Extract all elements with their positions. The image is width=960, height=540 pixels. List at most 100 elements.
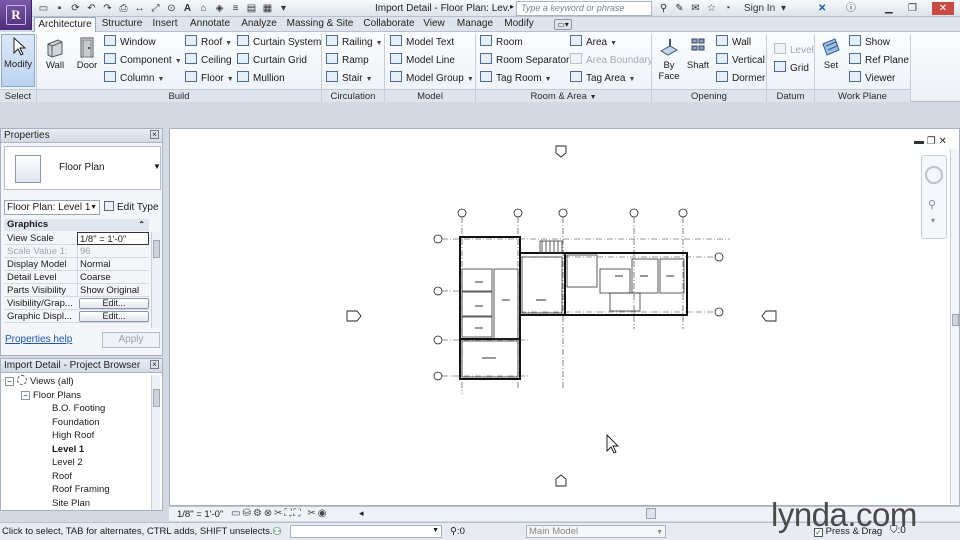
help-icon[interactable]: ⓘ bbox=[846, 2, 856, 15]
worksharing-icon[interactable]: ⚇ bbox=[272, 525, 282, 538]
property-value[interactable]: Normal bbox=[77, 258, 149, 271]
redo-icon[interactable]: ↷ bbox=[101, 2, 114, 14]
browser-scrollbar[interactable] bbox=[151, 375, 160, 510]
scroll-thumb[interactable] bbox=[153, 240, 160, 258]
tree-item[interactable]: High Roof bbox=[52, 429, 94, 442]
text-icon[interactable]: A bbox=[181, 2, 194, 14]
tag-room-button[interactable]: Tag Room ▼ bbox=[480, 71, 552, 87]
mullion-button[interactable]: Mullion bbox=[237, 71, 285, 87]
sign-in-button[interactable]: Sign In bbox=[744, 2, 775, 15]
3d-view-icon[interactable]: ⌂ bbox=[197, 2, 210, 14]
tab-structure[interactable]: Structure bbox=[100, 17, 144, 32]
steering-wheel-icon[interactable] bbox=[925, 166, 943, 184]
close-icon[interactable]: ✕ bbox=[932, 2, 954, 15]
minimize-icon[interactable]: ▁ bbox=[885, 2, 893, 15]
ramp-button[interactable]: Ramp bbox=[326, 53, 369, 69]
browser-close-icon[interactable]: × bbox=[150, 360, 159, 369]
sign-in-dropdown-icon[interactable]: ▾ bbox=[781, 2, 786, 15]
panel-room-area-label[interactable]: Room & Area ▼ bbox=[476, 89, 651, 102]
room-button[interactable]: Room bbox=[480, 35, 523, 51]
ribbon-minimize-icon[interactable]: ▭▾ bbox=[554, 19, 572, 30]
properties-close-icon[interactable]: × bbox=[150, 130, 159, 139]
roof-dropdown-icon[interactable]: ▼ bbox=[225, 40, 232, 47]
search-input[interactable]: Type a keyword or phrase bbox=[516, 1, 652, 16]
tree-item[interactable]: Foundation bbox=[52, 416, 100, 429]
column-button[interactable]: Column ▼ bbox=[104, 71, 164, 87]
property-row[interactable]: Visibility/Grap... Edit... bbox=[4, 297, 149, 310]
property-value[interactable]: Coarse bbox=[77, 271, 149, 284]
sync-icon[interactable]: ⟳ bbox=[69, 2, 82, 14]
view-bar-scroll-left-icon[interactable]: ◂ bbox=[359, 508, 364, 519]
curtain-system-button[interactable]: Curtain System bbox=[237, 35, 321, 51]
exchange-apps-icon[interactable]: ✕ bbox=[818, 2, 826, 15]
floor-button[interactable]: Floor ▼ bbox=[185, 71, 234, 87]
design-option-select[interactable]: Main Model ▼ bbox=[526, 525, 666, 538]
tab-manage[interactable]: Manage bbox=[455, 17, 495, 32]
workset-dropdown-icon[interactable]: ▼ bbox=[432, 527, 439, 534]
tab-insert[interactable]: Insert bbox=[149, 17, 181, 32]
subscription-icon[interactable]: ✎ bbox=[673, 2, 686, 14]
tree-item[interactable]: Level 2 bbox=[52, 456, 83, 469]
application-menu-button[interactable]: R bbox=[0, 0, 32, 30]
floor-plan-drawing[interactable] bbox=[170, 129, 959, 505]
viewer-button[interactable]: Viewer bbox=[849, 71, 895, 87]
panel-datum-label[interactable]: Datum bbox=[767, 89, 814, 102]
tab-modify[interactable]: Modify bbox=[501, 17, 537, 32]
tree-root-views[interactable]: − Views (all) bbox=[5, 375, 74, 388]
view-control-icons[interactable]: ▭⛁⚙⊗✂⛶⛶ ✂◉ bbox=[231, 508, 328, 519]
instance-filter-select[interactable]: Floor Plan: Level 1 ▼ bbox=[4, 200, 100, 215]
tree-floor-plans[interactable]: − Floor Plans bbox=[21, 389, 81, 402]
view-scale-label[interactable]: 1/8" = 1'-0" bbox=[177, 509, 223, 520]
tag-area-dropdown-icon[interactable]: ▼ bbox=[628, 76, 635, 83]
tree-item[interactable]: Roof bbox=[52, 470, 72, 483]
design-option-dropdown-icon[interactable]: ▼ bbox=[656, 527, 663, 538]
tab-annotate[interactable]: Annotate bbox=[187, 17, 233, 32]
navigation-bar[interactable]: ⚲ ▾ bbox=[921, 155, 947, 239]
collapse-icon[interactable]: − bbox=[5, 377, 14, 386]
panel-opening-label[interactable]: Opening bbox=[652, 89, 766, 102]
tab-massing-site[interactable]: Massing & Site bbox=[286, 17, 354, 32]
undo-icon[interactable]: ↶ bbox=[85, 2, 98, 14]
close-windows-icon[interactable]: ▤ bbox=[245, 2, 258, 14]
type-dropdown-icon[interactable]: ▼ bbox=[153, 162, 161, 171]
area-dropdown-icon[interactable]: ▼ bbox=[610, 40, 617, 47]
shaft-button[interactable]: Shaft bbox=[684, 36, 712, 71]
zoom-icon[interactable]: ⚲ bbox=[928, 198, 936, 211]
floor-dropdown-icon[interactable]: ▼ bbox=[227, 76, 234, 83]
panel-select-label[interactable]: Select bbox=[0, 89, 36, 102]
level-button[interactable]: Level bbox=[774, 43, 814, 59]
measure-icon[interactable]: ↔ bbox=[133, 2, 146, 14]
component-button[interactable]: Component ▼ bbox=[104, 53, 182, 69]
type-selector[interactable]: Floor Plan ▼ bbox=[4, 146, 161, 190]
favorites-icon[interactable]: ☆ bbox=[705, 2, 718, 14]
window-button[interactable]: Window bbox=[104, 35, 156, 51]
set-button[interactable]: Set bbox=[818, 36, 844, 71]
property-row[interactable]: Display Model Normal bbox=[4, 258, 149, 271]
modify-button[interactable]: Modify bbox=[1, 34, 35, 87]
scroll-thumb[interactable] bbox=[153, 389, 160, 407]
room-separator-button[interactable]: Room Separator bbox=[480, 53, 569, 69]
wall-button[interactable]: Wall bbox=[41, 36, 69, 71]
property-row[interactable]: View Scale 1/8" = 1'-0" bbox=[4, 232, 149, 245]
area-boundary-button[interactable]: Area Boundary bbox=[570, 53, 653, 69]
apply-button[interactable]: Apply bbox=[102, 332, 160, 348]
roof-button[interactable]: Roof ▼ bbox=[185, 35, 232, 51]
collapse-group-icon[interactable]: ⌃ bbox=[138, 219, 145, 231]
save-icon[interactable]: ▪ bbox=[53, 2, 66, 14]
workset-select[interactable]: ▼ bbox=[290, 525, 442, 538]
print-icon[interactable]: ⎙ bbox=[117, 2, 130, 14]
visibility-edit-button[interactable]: Edit... bbox=[79, 298, 149, 309]
communication-icon[interactable]: ✉ bbox=[689, 2, 702, 14]
grid-button[interactable]: Grid bbox=[774, 61, 809, 77]
open-icon[interactable]: ▭ bbox=[37, 2, 50, 14]
dimension-icon[interactable]: ⤢ bbox=[149, 2, 162, 14]
panel-build-label[interactable]: Build bbox=[37, 89, 321, 102]
view-scale-input[interactable]: 1/8" = 1'-0" bbox=[77, 232, 149, 245]
room-area-expand-icon[interactable]: ▼ bbox=[590, 94, 597, 101]
properties-help-link[interactable]: Properties help bbox=[5, 334, 72, 345]
railing-button[interactable]: Railing ▼ bbox=[326, 35, 383, 51]
binoculars-icon[interactable]: ⚲ bbox=[657, 2, 670, 14]
properties-scrollbar[interactable] bbox=[151, 232, 160, 328]
model-group-dropdown-icon[interactable]: ▼ bbox=[467, 76, 474, 83]
door-button[interactable]: Door bbox=[73, 36, 101, 71]
